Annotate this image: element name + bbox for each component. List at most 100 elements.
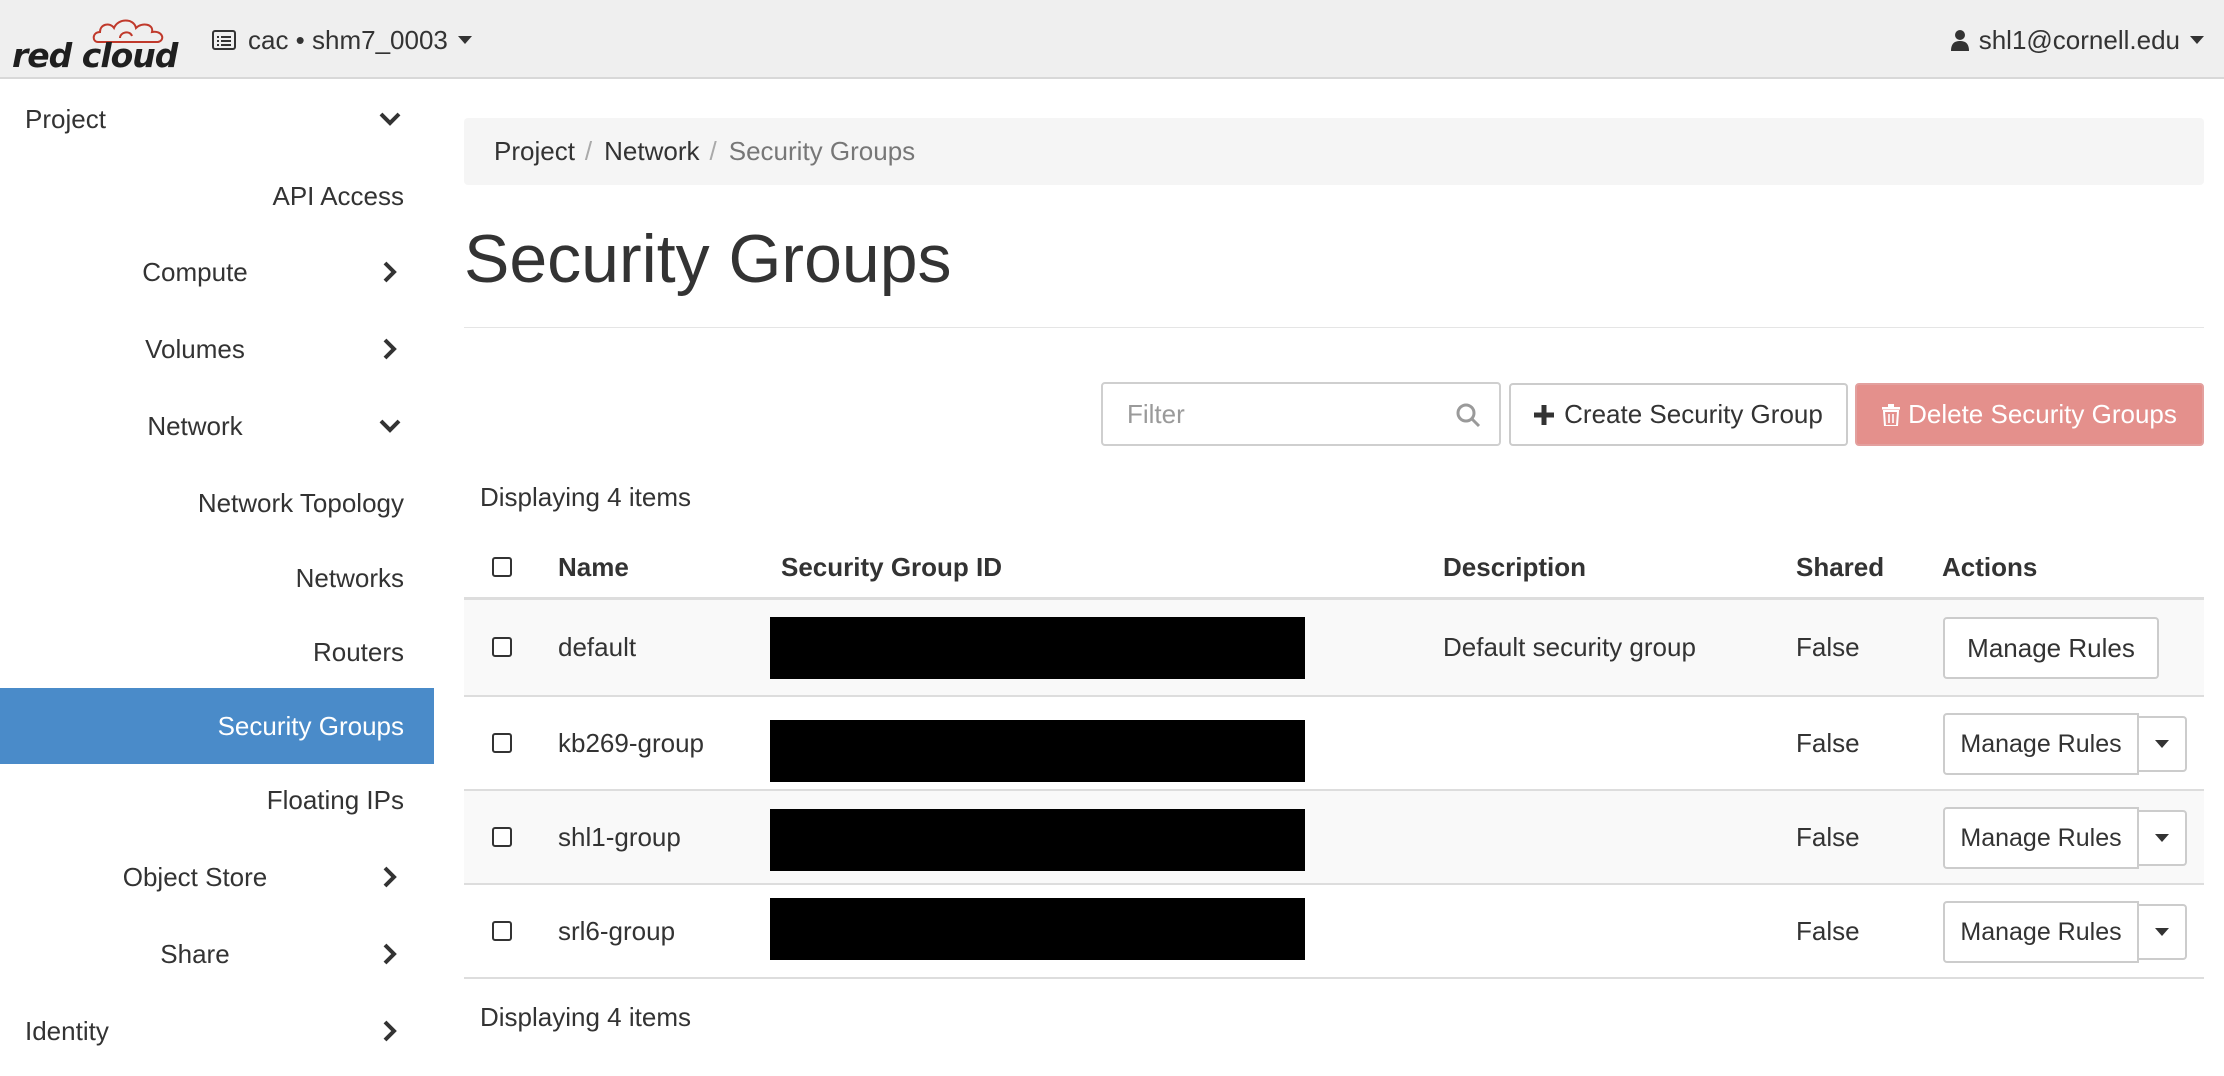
table-row: kb269-group False Manage Rules — [464, 697, 2204, 791]
sidebar-item-floating-ips[interactable]: Floating IPs — [0, 762, 434, 838]
user-email: shl1@cornell.edu — [1978, 24, 2180, 55]
row-shared: False — [1796, 915, 1860, 946]
filter-box — [1101, 382, 1501, 446]
sidebar-item-label: Security Groups — [217, 710, 404, 741]
row-name[interactable]: shl1-group — [558, 791, 681, 883]
chevron-right-icon — [383, 943, 397, 965]
filter-input[interactable] — [1103, 384, 1443, 444]
chevron-right-icon — [383, 866, 397, 888]
top-navbar: red cloud cac • shm7_0003 shl1@cornell.e… — [0, 0, 2224, 79]
table-row: srl6-group False Manage Rules — [464, 885, 2204, 979]
row-checkbox[interactable] — [492, 827, 512, 847]
sidebar-item-security-groups[interactable]: Security Groups — [0, 688, 434, 764]
sidebar-item-identity[interactable]: Identity — [0, 993, 434, 1069]
sidebar-item-label: Compute — [142, 256, 248, 287]
column-header-shared[interactable]: Shared — [1796, 534, 1884, 600]
row-checkbox[interactable] — [492, 733, 512, 753]
caret-down-icon — [2190, 36, 2204, 44]
delete-security-groups-button[interactable]: Delete Security Groups — [1855, 383, 2204, 446]
manage-rules-button[interactable]: Manage Rules — [1943, 617, 2159, 679]
table-row: shl1-group False Manage Rules — [464, 791, 2204, 885]
brand-logo[interactable]: red cloud — [12, 14, 178, 75]
column-header-security-group-id[interactable]: Security Group ID — [781, 534, 1002, 600]
row-shared: False — [1796, 821, 1860, 852]
column-header-actions: Actions — [1942, 551, 2038, 582]
sidebar-item-api-access[interactable]: API Access — [0, 158, 434, 234]
breadcrumb-separator: / — [584, 136, 593, 166]
redacted-security-group-id — [770, 617, 1305, 679]
table-header: Name Security Group ID Description Share… — [464, 534, 2204, 600]
sidebar-item-project[interactable]: Project — [0, 81, 434, 157]
search-icon[interactable] — [1455, 402, 1481, 428]
chevron-right-icon — [383, 338, 397, 360]
create-button-label: Create Security Group — [1564, 399, 1823, 429]
redacted-security-group-id — [770, 809, 1305, 871]
plus-icon — [1534, 404, 1555, 425]
manage-rules-button[interactable]: Manage Rules — [1943, 713, 2139, 775]
security-groups-table: Name Security Group ID Description Share… — [464, 534, 2204, 979]
project-selector-label: cac • shm7_0003 — [248, 24, 448, 55]
caret-down-icon — [2155, 834, 2169, 842]
breadcrumb-item-network[interactable]: Network — [604, 136, 699, 167]
select-all-checkbox[interactable] — [492, 557, 512, 577]
row-actions-dropdown-toggle[interactable] — [2137, 904, 2187, 960]
breadcrumb: Project / Network / Security Groups — [464, 118, 2204, 185]
chevron-down-icon — [379, 419, 401, 433]
sidebar-item-label: Identity — [25, 1015, 109, 1046]
caret-down-icon — [2155, 928, 2169, 936]
row-name[interactable]: default — [558, 600, 636, 695]
sidebar-item-label: Volumes — [145, 333, 245, 364]
column-header-description[interactable]: Description — [1443, 534, 1586, 600]
sidebar-item-label: Project — [25, 103, 106, 134]
column-header-name[interactable]: Name — [558, 534, 629, 600]
sidebar-item-volumes[interactable]: Volumes — [0, 311, 434, 387]
page-title: Security Groups — [464, 221, 952, 297]
list-icon — [212, 30, 236, 50]
row-checkbox[interactable] — [492, 637, 512, 657]
breadcrumb-item-current: Security Groups — [728, 136, 916, 166]
row-actions-dropdown-toggle[interactable] — [2137, 810, 2187, 866]
sidebar-item-label: Network — [147, 410, 243, 441]
sidebar-item-label: API Access — [272, 180, 405, 211]
row-name[interactable]: kb269-group — [558, 697, 704, 789]
sidebar-item-network-topology[interactable]: Network Topology — [0, 465, 434, 541]
row-checkbox[interactable] — [492, 921, 512, 941]
sidebar-item-label: Network Topology — [197, 487, 404, 518]
sidebar-item-network[interactable]: Network — [0, 388, 434, 464]
item-count-top: Displaying 4 items — [480, 482, 691, 512]
caret-down-icon — [457, 36, 472, 44]
project-selector[interactable]: cac • shm7_0003 — [212, 22, 472, 58]
logo-text: red cloud — [12, 36, 178, 75]
delete-button-label: Delete Security Groups — [1908, 399, 2177, 429]
sidebar-item-label: Routers — [312, 636, 404, 667]
sidebar: Project API Access Compute Volumes Netwo… — [0, 81, 434, 1076]
breadcrumb-item-project[interactable]: Project — [494, 136, 575, 167]
caret-down-icon — [2155, 740, 2169, 748]
user-icon — [1950, 30, 1969, 51]
chevron-right-icon — [383, 1020, 397, 1042]
row-actions-dropdown-toggle[interactable] — [2137, 716, 2187, 772]
chevron-down-icon — [379, 112, 401, 126]
sidebar-item-object-store[interactable]: Object Store — [0, 839, 434, 915]
sidebar-item-compute[interactable]: Compute — [0, 234, 434, 310]
breadcrumb-separator: / — [709, 136, 717, 166]
title-divider — [464, 327, 2204, 328]
user-menu[interactable]: shl1@cornell.edu — [1950, 22, 2204, 58]
table-row: default Default security group False Man… — [464, 600, 2204, 697]
manage-rules-button[interactable]: Manage Rules — [1943, 901, 2139, 963]
item-count-bottom: Displaying 4 items — [480, 1002, 691, 1032]
trash-icon — [1882, 403, 1901, 426]
chevron-right-icon — [383, 261, 397, 283]
sidebar-item-routers[interactable]: Routers — [0, 614, 434, 690]
row-shared: False — [1796, 632, 1860, 662]
row-description: Default security group — [1443, 632, 1696, 662]
sidebar-item-label: Floating IPs — [266, 784, 404, 815]
sidebar-item-label: Share — [160, 938, 230, 969]
create-security-group-button[interactable]: Create Security Group — [1509, 383, 1848, 446]
sidebar-item-networks[interactable]: Networks — [0, 540, 434, 616]
redacted-security-group-id — [770, 898, 1305, 960]
sidebar-item-share[interactable]: Share — [0, 916, 434, 992]
manage-rules-button[interactable]: Manage Rules — [1943, 807, 2139, 869]
row-name[interactable]: srl6-group — [558, 885, 675, 977]
row-shared: False — [1796, 727, 1860, 758]
